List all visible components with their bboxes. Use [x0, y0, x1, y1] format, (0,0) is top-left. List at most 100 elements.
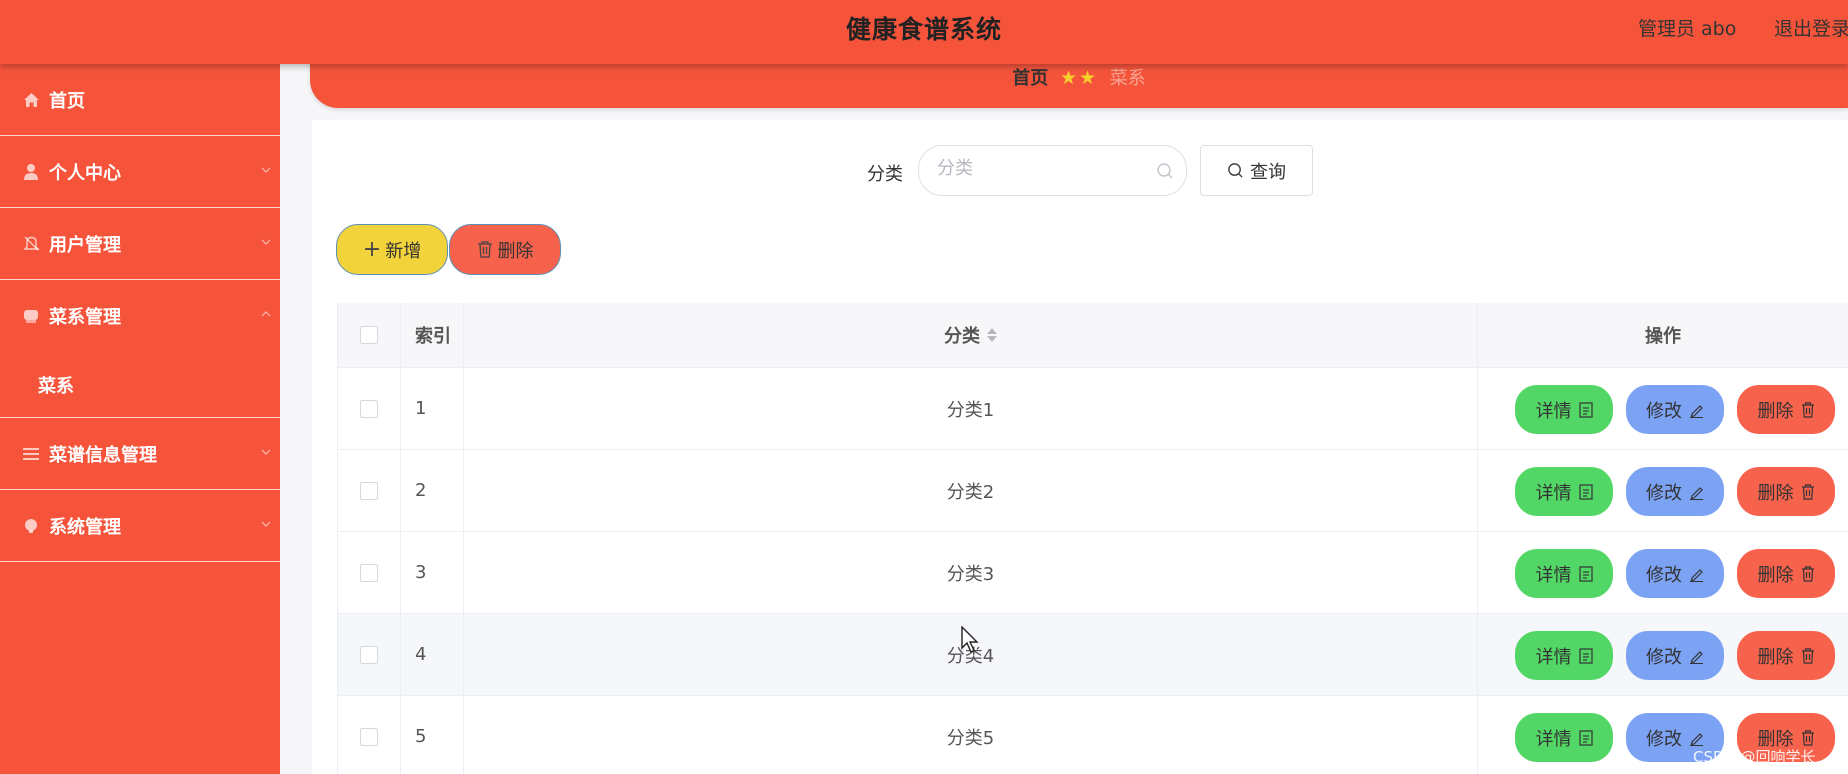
edit-button-label: 修改: [1646, 564, 1682, 586]
search-input[interactable]: [937, 158, 1137, 179]
edit-button[interactable]: 修改: [1626, 385, 1724, 434]
sidebar-item-home[interactable]: 首页: [0, 64, 280, 136]
breadcrumb-current: 菜系: [1109, 68, 1146, 89]
delete-button[interactable]: 删除: [1737, 385, 1835, 434]
search-field[interactable]: [918, 145, 1187, 196]
delete-button[interactable]: 删除: [1737, 631, 1835, 680]
sidebar-subitem-cuisine[interactable]: 菜系: [0, 352, 280, 418]
row-index: 5: [415, 726, 427, 747]
sidebar-item-user-management[interactable]: 用户管理: [0, 208, 280, 280]
search-icon: [1157, 163, 1173, 179]
edit-button[interactable]: 修改: [1626, 467, 1724, 516]
chevron-down-icon: [261, 521, 271, 527]
add-button[interactable]: + 新增: [336, 224, 448, 275]
detail-button[interactable]: 详情: [1515, 467, 1613, 516]
column-header-operation: 操作: [1645, 326, 1681, 347]
detail-button-label: 详情: [1535, 728, 1572, 750]
column-header-category-cell[interactable]: 分类: [464, 303, 1478, 367]
row-category: 分类3: [946, 563, 995, 585]
document-icon: [1578, 565, 1593, 582]
detail-button[interactable]: 详情: [1515, 713, 1613, 762]
edit-button[interactable]: 修改: [1626, 631, 1724, 680]
row-index: 1: [415, 398, 427, 419]
bell-icon: [22, 235, 40, 253]
sort-icon[interactable]: [987, 328, 997, 342]
select-all-checkbox[interactable]: [360, 326, 378, 344]
sidebar-item-cuisine-management[interactable]: 菜系管理: [0, 280, 280, 352]
plus-icon: +: [362, 237, 382, 262]
sidebar: 首页 个人中心 用户管理 菜系管理 菜系 菜谱信息管理 系统管理: [0, 64, 280, 774]
row-checkbox[interactable]: [360, 645, 378, 664]
sidebar-item-label: 首页: [49, 90, 85, 112]
detail-button[interactable]: 详情: [1515, 385, 1613, 434]
table-row[interactable]: 4 分类4 详情 修改 删除: [337, 614, 1848, 696]
delete-button-label: 删除: [1757, 646, 1794, 668]
pencil-icon: [1690, 404, 1703, 418]
pencil-icon: [1690, 486, 1703, 500]
settings-icon: [22, 517, 40, 535]
watermark: CSDN @回响学长: [1693, 748, 1816, 766]
category-icon: [22, 307, 40, 325]
edit-button-label: 修改: [1646, 400, 1682, 422]
sidebar-item-label: 菜系管理: [49, 307, 121, 328]
star-separator-icon: ★★: [1059, 67, 1099, 89]
delete-button-label: 删除: [1757, 482, 1794, 504]
chevron-up-icon: [261, 311, 271, 317]
search-icon: [1228, 163, 1243, 178]
detail-button-label: 详情: [1535, 482, 1572, 504]
document-icon: [1578, 483, 1593, 500]
sidebar-item-label: 系统管理: [49, 516, 121, 538]
sidebar-item-recipe-info-management[interactable]: 菜谱信息管理: [0, 418, 280, 490]
trash-icon: [1801, 647, 1814, 664]
query-button-label: 查询: [1250, 161, 1286, 183]
edit-button-label: 修改: [1646, 728, 1682, 750]
current-user-label: 管理员 abo: [1638, 18, 1737, 40]
document-icon: [1578, 401, 1593, 418]
trash-icon: [1801, 401, 1814, 418]
detail-button-label: 详情: [1535, 400, 1572, 422]
detail-button[interactable]: 详情: [1515, 549, 1613, 598]
table-row[interactable]: 5 分类5 详情 修改 删除: [337, 696, 1848, 774]
edit-button-label: 修改: [1646, 482, 1682, 504]
batch-delete-button[interactable]: 删除: [449, 224, 561, 275]
pencil-icon: [1690, 732, 1703, 746]
row-checkbox[interactable]: [360, 563, 378, 582]
delete-button[interactable]: 删除: [1737, 549, 1835, 598]
edit-button[interactable]: 修改: [1626, 549, 1724, 598]
row-checkbox[interactable]: [360, 399, 378, 418]
batch-delete-button-label: 删除: [497, 240, 534, 262]
detail-button[interactable]: 详情: [1515, 631, 1613, 680]
table-row[interactable]: 2 分类2 详情 修改 删除: [337, 450, 1848, 532]
user-icon: [22, 163, 40, 181]
top-header: 健康食谱系统 管理员 abo 退出登录: [0, 0, 1848, 64]
breadcrumb-home[interactable]: 首页: [1012, 68, 1048, 89]
sidebar-item-label: 菜谱信息管理: [49, 444, 157, 466]
chevron-down-icon: [261, 167, 271, 173]
sidebar-subitem-label: 菜系: [38, 375, 74, 397]
mouse-cursor-icon: [961, 626, 979, 653]
row-checkbox[interactable]: [360, 727, 378, 746]
document-icon: [1578, 647, 1593, 664]
table-row[interactable]: 3 分类3 详情 修改 删除: [337, 532, 1848, 614]
trash-icon: [1801, 565, 1814, 582]
row-index: 4: [415, 644, 427, 665]
table-row[interactable]: 1 分类1 详情 修改 删除: [337, 368, 1848, 450]
delete-button[interactable]: 删除: [1737, 467, 1835, 516]
document-icon: [1578, 729, 1593, 746]
pencil-icon: [1690, 568, 1703, 582]
logout-link[interactable]: 退出登录: [1774, 14, 1848, 41]
add-button-label: 新增: [385, 240, 422, 262]
row-category: 分类5: [946, 727, 995, 749]
edit-button-label: 修改: [1646, 646, 1682, 668]
chevron-down-icon: [261, 239, 271, 245]
app-title: 健康食谱系统: [845, 15, 1002, 44]
row-index: 3: [415, 562, 427, 583]
query-button[interactable]: 查询: [1200, 145, 1313, 196]
sidebar-item-personal-center[interactable]: 个人中心: [0, 136, 280, 208]
chevron-down-icon: [261, 449, 271, 455]
trash-icon: [1801, 483, 1814, 500]
sidebar-item-system-management[interactable]: 系统管理: [0, 490, 280, 562]
row-checkbox[interactable]: [360, 481, 378, 500]
trash-icon: [1801, 729, 1814, 746]
row-category: 分类1: [946, 399, 995, 421]
